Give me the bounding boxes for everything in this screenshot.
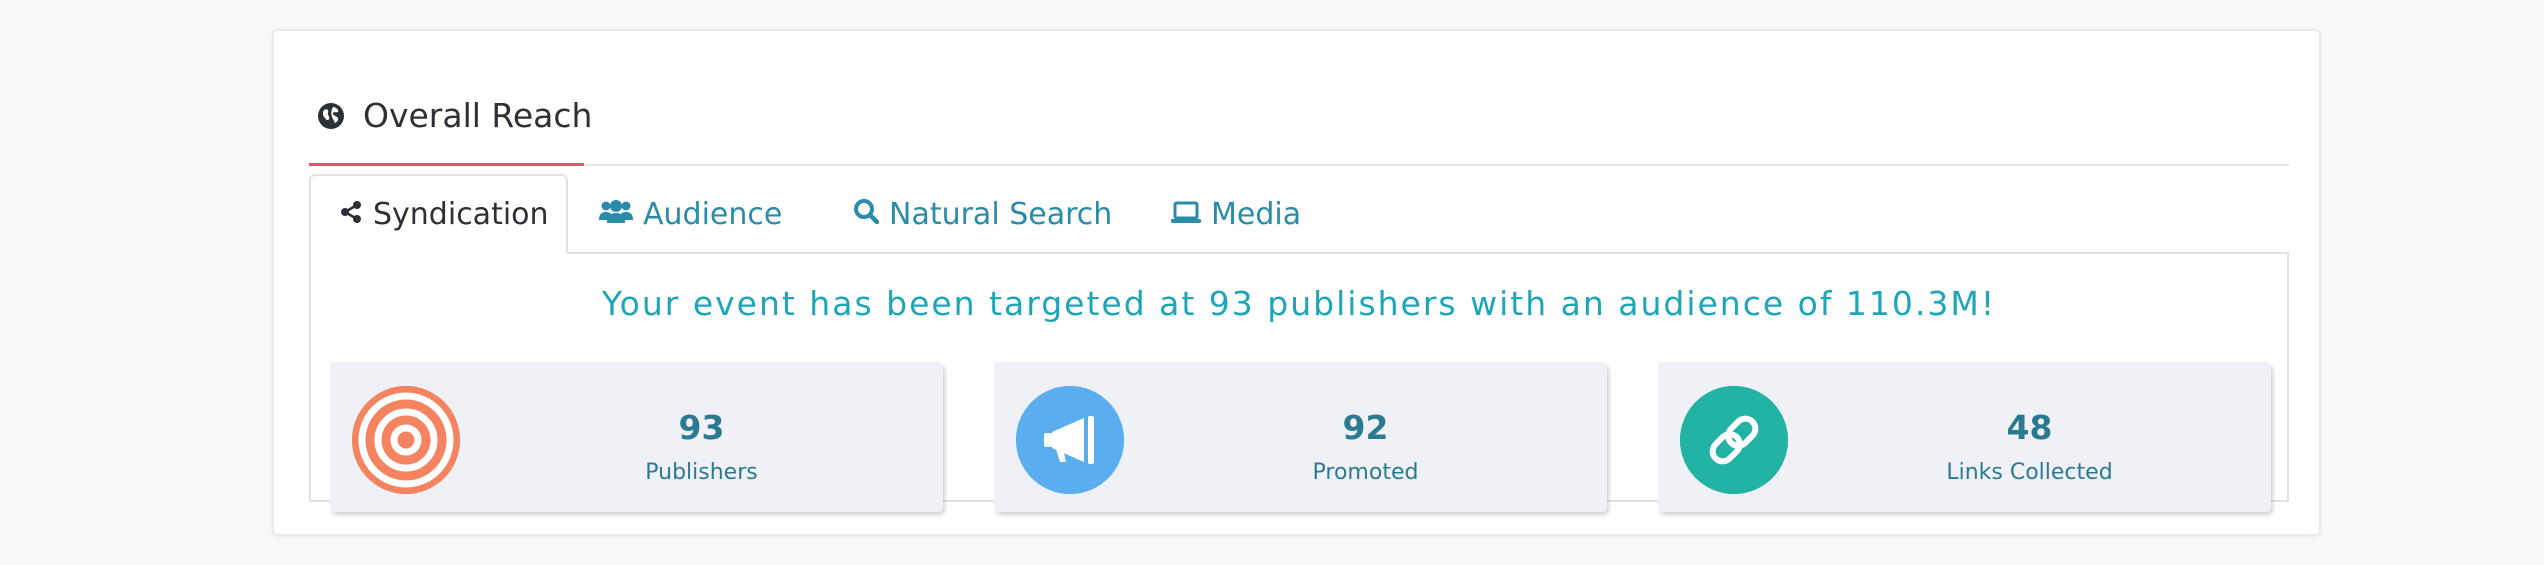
search-icon	[853, 197, 879, 232]
tab-media[interactable]: Media	[1143, 174, 1329, 254]
stat-card-promoted: 92 Promoted	[994, 362, 1607, 512]
overall-reach-card: Overall Reach Syndication Audience Natur…	[272, 29, 2321, 536]
tab-label: Audience	[643, 196, 783, 232]
stat-card-links-collected: 48 Links Collected	[1658, 362, 2271, 512]
card-title-text: Overall Reach	[363, 96, 593, 135]
tab-label: Natural Search	[889, 196, 1113, 232]
stat-value: 48	[2006, 408, 2053, 447]
tab-label: Media	[1211, 196, 1302, 232]
users-icon	[599, 197, 633, 232]
tab-audience[interactable]: Audience	[571, 174, 810, 254]
stat-value: 93	[678, 408, 725, 447]
reach-tabs: Syndication Audience Natural Search Medi…	[309, 174, 2289, 254]
link-icon	[1680, 386, 1788, 494]
laptop-icon	[1171, 197, 1201, 232]
megaphone-icon	[1016, 386, 1124, 494]
stat-card-publishers: 93 Publishers	[330, 362, 943, 512]
stat-label: Promoted	[1312, 460, 1419, 485]
globe-icon	[317, 102, 345, 130]
tab-natural-search[interactable]: Natural Search	[825, 174, 1140, 254]
reach-message: Your event has been targeted at 93 publi…	[601, 284, 1997, 323]
card-title: Overall Reach	[317, 99, 592, 132]
stat-label: Links Collected	[1946, 460, 2113, 485]
tab-label: Syndication	[373, 196, 549, 232]
stat-label: Publishers	[645, 460, 758, 485]
syndication-panel: Your event has been targeted at 93 publi…	[309, 252, 2289, 512]
title-accent-underline	[309, 163, 584, 166]
bullseye-icon	[352, 386, 460, 494]
stat-value: 92	[1342, 408, 1389, 447]
share-icon	[339, 197, 363, 232]
tab-syndication[interactable]: Syndication	[309, 174, 568, 254]
card-header: Overall Reach	[309, 61, 2289, 166]
